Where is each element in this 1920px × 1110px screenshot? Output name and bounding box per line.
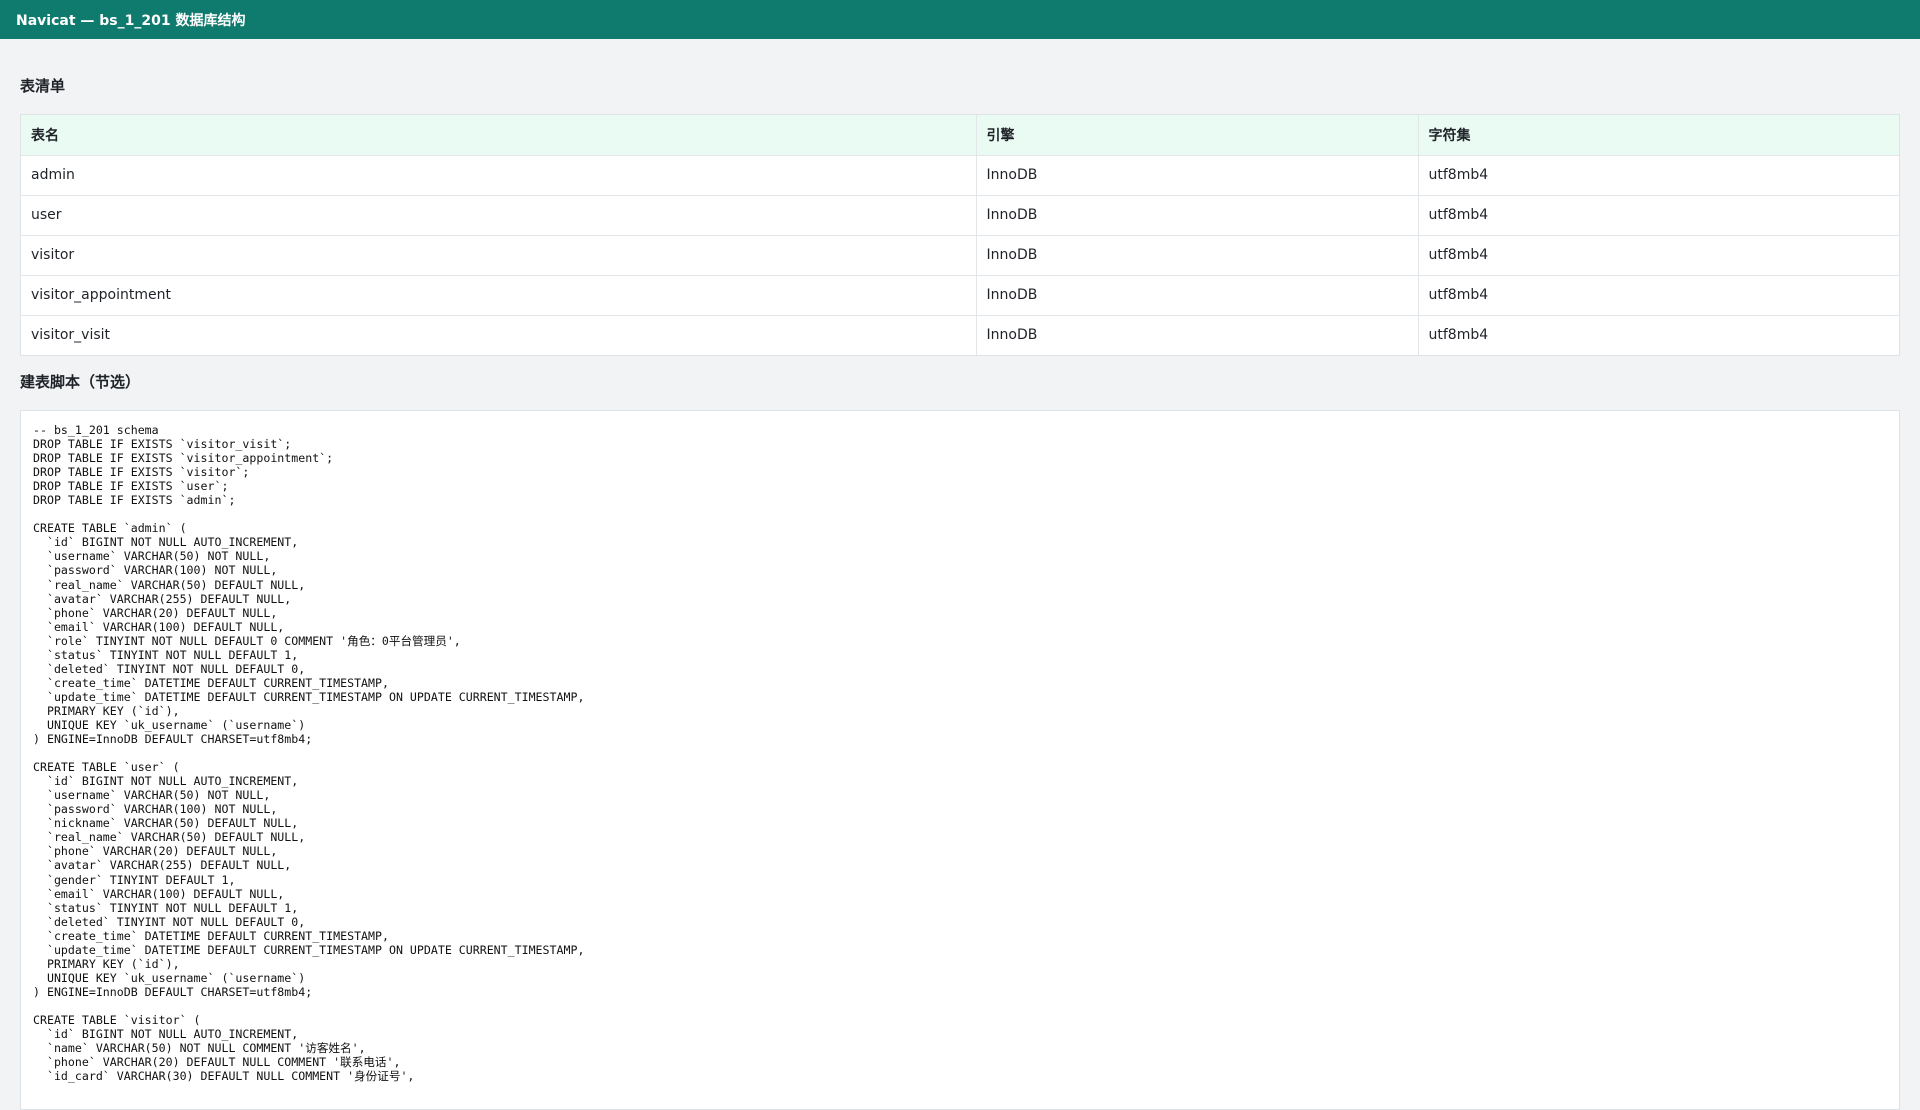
- script-section-title: 建表脚本（节选）: [20, 373, 141, 391]
- cell-table-name: user: [21, 195, 976, 236]
- cell-engine: InnoDB: [975, 315, 1418, 355]
- cell-charset: utf8mb4: [1417, 275, 1899, 316]
- cell-charset: utf8mb4: [1417, 315, 1899, 355]
- tables-grid: 表名 引擎 字符集 admin InnoDB utf8mb4 user Inno…: [21, 115, 1899, 355]
- table-row[interactable]: user InnoDB utf8mb4: [21, 195, 1899, 236]
- cell-charset: utf8mb4: [1417, 155, 1899, 196]
- tables-list: 表名 引擎 字符集 admin InnoDB utf8mb4 user Inno…: [20, 114, 1900, 356]
- table-row[interactable]: visitor_visit InnoDB utf8mb4: [21, 315, 1899, 355]
- column-header-charset[interactable]: 字符集: [1417, 115, 1899, 156]
- table-row[interactable]: visitor_appointment InnoDB utf8mb4: [21, 275, 1899, 316]
- cell-engine: InnoDB: [975, 275, 1418, 316]
- cell-table-name: admin: [21, 155, 976, 196]
- tables-section-title: 表清单: [20, 77, 66, 95]
- table-row[interactable]: admin InnoDB utf8mb4: [21, 155, 1899, 196]
- cell-engine: InnoDB: [975, 235, 1418, 276]
- cell-charset: utf8mb4: [1417, 195, 1899, 236]
- cell-charset: utf8mb4: [1417, 235, 1899, 276]
- table-row[interactable]: visitor InnoDB utf8mb4: [21, 235, 1899, 276]
- window-title: Navicat — bs_1_201 数据库结构: [16, 12, 246, 29]
- cell-engine: InnoDB: [975, 155, 1418, 196]
- window-title-bar: Navicat — bs_1_201 数据库结构: [0, 0, 1920, 39]
- sql-script-panel[interactable]: -- bs_1_201 schema DROP TABLE IF EXISTS …: [20, 410, 1900, 1110]
- cell-table-name: visitor_visit: [31, 327, 111, 344]
- column-header-engine[interactable]: 引擎: [975, 115, 1418, 156]
- sql-script-code[interactable]: -- bs_1_201 schema DROP TABLE IF EXISTS …: [33, 423, 1887, 1083]
- cell-table-name: visitor_appointment: [21, 275, 976, 316]
- cell-engine: InnoDB: [975, 195, 1418, 236]
- column-header-table-name[interactable]: 表名: [21, 115, 976, 156]
- cell-table-name: visitor: [21, 235, 976, 276]
- table-header-row: 表名 引擎 字符集: [21, 115, 1899, 156]
